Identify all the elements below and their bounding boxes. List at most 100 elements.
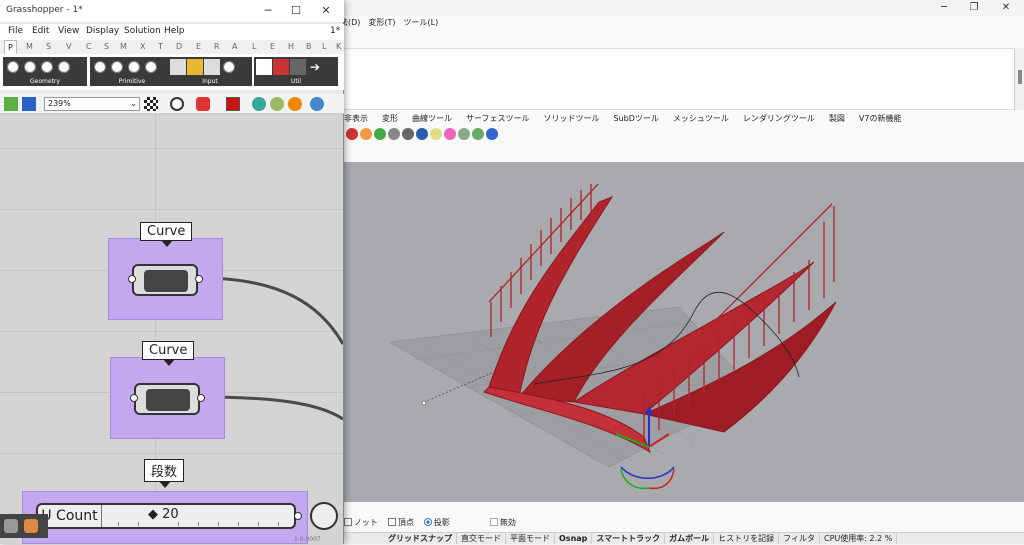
- output-port[interactable]: [195, 275, 203, 283]
- tab-sets[interactable]: S: [46, 42, 51, 51]
- sun-icon[interactable]: [444, 128, 456, 140]
- curve-param-2[interactable]: [134, 383, 200, 415]
- open-icon[interactable]: [4, 97, 18, 111]
- menu-help[interactable]: Help: [164, 26, 185, 36]
- preview-icon[interactable]: [226, 97, 240, 111]
- tab-hide[interactable]: 非表示: [344, 112, 368, 126]
- input-port[interactable]: [130, 394, 138, 402]
- brep-param-icon[interactable]: [22, 59, 38, 75]
- minimize-icon[interactable]: ─: [934, 1, 954, 15]
- planar-toggle[interactable]: 平面モード: [506, 533, 555, 544]
- output-port[interactable]: [197, 394, 205, 402]
- render-icon[interactable]: [346, 128, 358, 140]
- tab-display[interactable]: D: [176, 42, 182, 51]
- tab-h[interactable]: H: [288, 42, 294, 51]
- document-tab[interactable]: 1*: [330, 26, 340, 36]
- tab-drafting[interactable]: 製図: [829, 112, 845, 126]
- tab-a[interactable]: A: [232, 42, 237, 51]
- tab-curve[interactable]: C: [86, 42, 92, 51]
- boolean-param-icon[interactable]: [92, 59, 108, 75]
- gh-canvas[interactable]: Curve Curve 段数 U Count ◆ 20: [0, 114, 343, 544]
- import-icon[interactable]: [170, 59, 186, 75]
- display-icon[interactable]: [310, 97, 324, 111]
- panel-icon[interactable]: [187, 59, 203, 75]
- slider-value[interactable]: ◆ 20: [148, 507, 179, 522]
- tab-l2[interactable]: L: [322, 42, 326, 51]
- texture-icon[interactable]: [458, 128, 470, 140]
- tab-surface[interactable]: S: [104, 42, 109, 51]
- curve-param-icon[interactable]: [56, 59, 72, 75]
- tab-maths[interactable]: M: [26, 42, 33, 51]
- smarttrack-toggle[interactable]: スマートトラック: [592, 533, 666, 544]
- tab-l[interactable]: L: [252, 42, 256, 51]
- menu-solution[interactable]: Solution: [124, 26, 161, 36]
- mesh-icon[interactable]: [270, 97, 284, 111]
- restore-icon[interactable]: ❐: [964, 1, 984, 15]
- tab-r[interactable]: R: [214, 42, 220, 51]
- zoom-extents-icon[interactable]: [144, 97, 158, 111]
- tab-intersect[interactable]: X: [140, 42, 145, 51]
- menu-item-tools[interactable]: ツール(L): [404, 16, 439, 30]
- material-icon[interactable]: [374, 128, 386, 140]
- tab-render-tools[interactable]: レンダリングツール: [743, 112, 815, 126]
- sphere-icon[interactable]: [388, 128, 400, 140]
- menu-file[interactable]: File: [8, 26, 23, 36]
- light-icon[interactable]: [430, 128, 442, 140]
- menu-display[interactable]: Display: [86, 26, 119, 36]
- environment-icon[interactable]: [416, 128, 428, 140]
- slider-icon[interactable]: [204, 59, 220, 75]
- input-port[interactable]: [128, 275, 136, 283]
- tab-b[interactable]: B: [306, 42, 312, 51]
- output-port[interactable]: [294, 512, 302, 520]
- shaded-icon[interactable]: [252, 97, 266, 111]
- tab-k[interactable]: K: [336, 42, 341, 51]
- tab-v7-new[interactable]: V7の新機能: [859, 112, 902, 126]
- cluster-icon[interactable]: [290, 59, 306, 75]
- tab-transform[interactable]: T: [158, 42, 163, 51]
- camera-icon[interactable]: [486, 128, 498, 140]
- osnap-disable[interactable]: 無効: [489, 517, 516, 528]
- relay-icon[interactable]: [256, 59, 272, 75]
- menu-view[interactable]: View: [58, 26, 79, 36]
- tab-e[interactable]: E: [196, 42, 201, 51]
- tab-mesh[interactable]: M: [120, 42, 127, 51]
- zoom-select[interactable]: 239% ⌄: [44, 97, 140, 111]
- integer-param-icon[interactable]: [109, 59, 125, 75]
- perspective-viewport[interactable]: [344, 162, 1024, 502]
- tab-mesh-tools[interactable]: メッシュツール: [673, 112, 729, 126]
- tab-surface-tools[interactable]: サーフェスツール: [466, 112, 530, 126]
- grid-snap-toggle[interactable]: グリッドスナップ: [384, 533, 457, 544]
- cherry-icon[interactable]: [273, 59, 289, 75]
- osnap-project[interactable]: 投影: [423, 517, 450, 528]
- rhino-link-icon[interactable]: [24, 519, 38, 533]
- menu-edit[interactable]: Edit: [32, 26, 49, 36]
- material-icon[interactable]: [288, 97, 302, 111]
- osnap-toggle[interactable]: Osnap: [555, 533, 593, 544]
- sketch-icon[interactable]: [196, 97, 210, 111]
- curve-param-1[interactable]: [132, 264, 198, 296]
- osnap-vertex[interactable]: 頂点: [387, 517, 414, 528]
- box-param-icon[interactable]: [5, 59, 21, 75]
- ground-icon[interactable]: [472, 128, 484, 140]
- save-icon[interactable]: [22, 97, 36, 111]
- osnap-knot[interactable]: ノット: [344, 517, 378, 528]
- circle-param-icon[interactable]: [39, 59, 55, 75]
- tab-solid-tools[interactable]: ソリッドツール: [544, 112, 600, 126]
- history-toggle[interactable]: ヒストリを記録: [714, 533, 780, 544]
- arrow-right-icon[interactable]: ➔: [307, 59, 323, 75]
- tab-curve-tools[interactable]: 曲線ツール: [412, 112, 452, 126]
- command-scrollbar[interactable]: [1014, 48, 1024, 110]
- canvas-tools-icon[interactable]: [4, 519, 18, 533]
- slider-output-node[interactable]: [310, 502, 338, 530]
- shade-icon[interactable]: [402, 128, 414, 140]
- color-icon[interactable]: [360, 128, 372, 140]
- tab-transform[interactable]: 変形: [382, 112, 398, 126]
- gumball-toggle[interactable]: ガムボール: [665, 533, 715, 544]
- filter-toggle[interactable]: フィルタ: [779, 533, 820, 544]
- u-count-slider[interactable]: U Count ◆ 20: [36, 503, 296, 529]
- tab-vector[interactable]: V: [66, 42, 71, 51]
- text-param-icon[interactable]: [143, 59, 159, 75]
- tab-subd-tools[interactable]: SubDツール: [614, 112, 659, 126]
- toggle-icon[interactable]: [221, 59, 237, 75]
- number-param-icon[interactable]: [126, 59, 142, 75]
